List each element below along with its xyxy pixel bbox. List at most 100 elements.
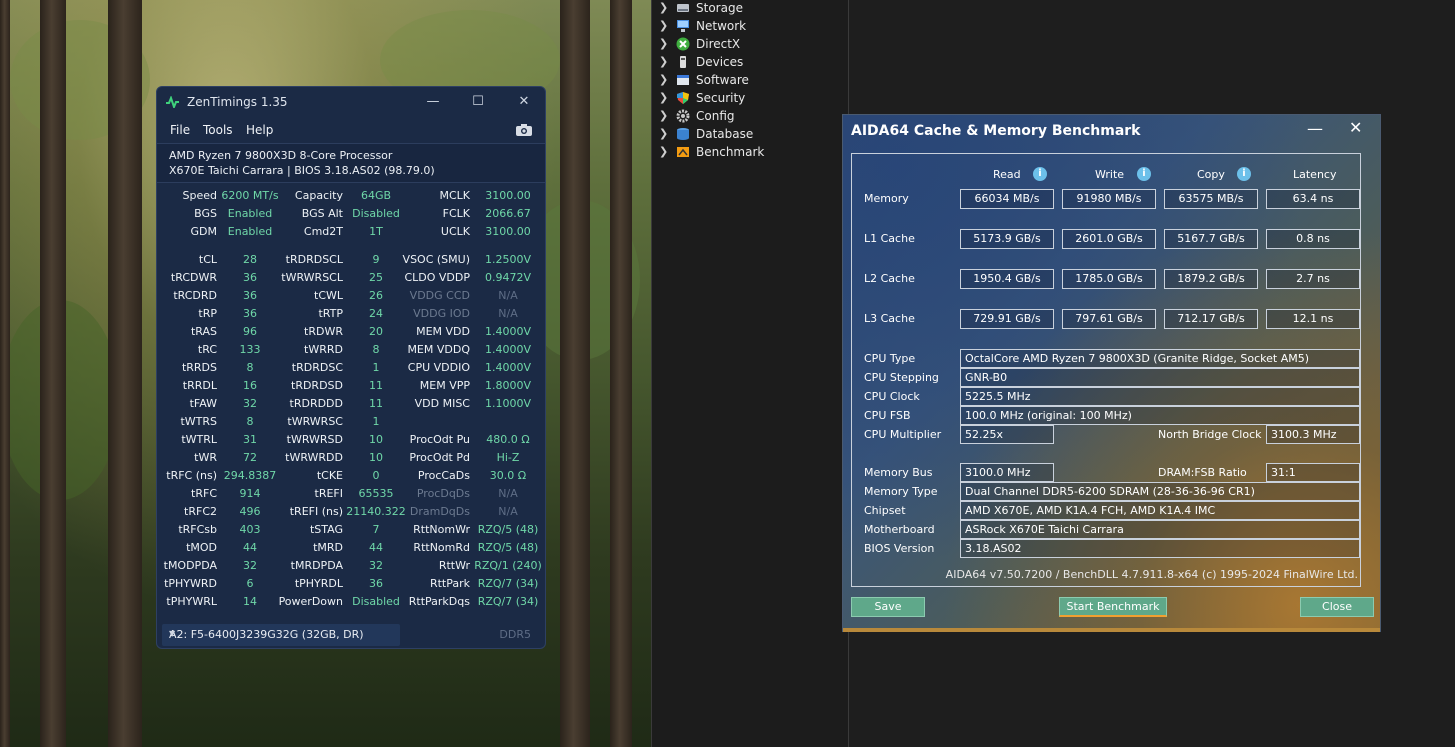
cpu-type-label: CPU Type	[864, 352, 916, 365]
minimize-button[interactable]: —	[422, 93, 444, 111]
memory-bus-value: 3100.0 MHz	[960, 463, 1054, 482]
zt-top-row: BGS Enabled BGS Alt Disabled FCLK 2066.67	[157, 207, 545, 225]
timing-label: tPHYWRD	[164, 577, 217, 590]
timing-label: tWTRL	[181, 433, 217, 446]
timing-value: 1.4000V	[484, 361, 531, 374]
zt-timing-row: tCL 28 tRDRDSCL 9 VSOC (SMU) 1.2500V	[157, 253, 545, 271]
zt-timing-row: tRCDRD 36 tCWL 26 VDDG CCD N/A	[157, 289, 545, 307]
chevron-right-icon[interactable]: ❯	[659, 37, 668, 50]
timing-label: UCLK	[440, 225, 470, 238]
info-copy-icon[interactable]: i	[1237, 167, 1251, 181]
timing-value: 3100.00	[485, 225, 531, 238]
memory-bus-label: Memory Bus	[864, 466, 933, 479]
dimm-select[interactable]: A2: F5-6400J3239G32G (32GB, DR) ▼	[162, 624, 400, 646]
save-button[interactable]: Save	[851, 597, 925, 617]
zt-timing-row: tWR 72 tWRWRDD 10 ProcOdt Pd Hi-Z	[157, 451, 545, 469]
menu-file[interactable]: File	[170, 123, 190, 137]
close-button[interactable]: ✕	[513, 93, 535, 111]
zt-timing-row: tRRDL 16 tRDRDSD 11 MEM VPP 1.8000V	[157, 379, 545, 397]
zt-timing-row: tRAS 96 tRDWR 20 MEM VDD 1.4000V	[157, 325, 545, 343]
bios-version-value: 3.18.AS02	[960, 539, 1360, 558]
database-icon	[677, 128, 689, 140]
zt-timing-row: tRFC 914 tREFI 65535 ProcDqDs N/A	[157, 487, 545, 505]
timing-label: VSOC (SMU)	[402, 253, 470, 266]
timing-label: tSTAG	[309, 523, 343, 536]
dram-fsb-ratio-label: DRAM:FSB Ratio	[1158, 466, 1247, 479]
header-write: Write	[1095, 168, 1125, 181]
memory-read-value: 66034 MB/s	[960, 189, 1054, 209]
timing-label: tRRDL	[182, 379, 217, 392]
l3-copy-value: 712.17 GB/s	[1164, 309, 1258, 329]
cpu-fsb-label: CPU FSB	[864, 409, 911, 422]
timing-label: CLDO VDDP	[404, 271, 470, 284]
timing-label: tWRWRSC	[287, 415, 343, 428]
menu-tools[interactable]: Tools	[203, 123, 233, 137]
close-button[interactable]: Close	[1300, 597, 1374, 617]
chevron-right-icon[interactable]: ❯	[659, 127, 668, 140]
cpu-multiplier-label: CPU Multiplier	[864, 428, 942, 441]
version-info: AIDA64 v7.50.7200 / BenchDLL 4.7.911.8-x…	[945, 568, 1358, 581]
maximize-button[interactable]: ☐	[467, 93, 489, 111]
timing-label: tRDRDSC	[291, 361, 343, 374]
l3-latency-value: 12.1 ns	[1266, 309, 1360, 329]
memory-write-value: 91980 MB/s	[1062, 189, 1156, 209]
cpu-multiplier-value: 52.25x	[960, 425, 1054, 444]
close-window-button[interactable]: ✕	[1349, 118, 1362, 137]
title-bar[interactable]: ZenTimings 1.35 — ☐ ✕	[157, 87, 545, 117]
timing-value: 480.0 Ω	[486, 433, 530, 446]
timing-label: Capacity	[294, 189, 343, 202]
timing-label: RttNomRd	[413, 541, 470, 554]
chevron-right-icon[interactable]: ❯	[659, 1, 668, 14]
memory-copy-value: 63575 MB/s	[1164, 189, 1258, 209]
chevron-right-icon[interactable]: ❯	[659, 55, 668, 68]
timing-label: tRCDWR	[170, 271, 217, 284]
timing-value: RZQ/7 (34)	[477, 577, 539, 590]
timing-value: 1.4000V	[484, 343, 531, 356]
directx-icon	[676, 37, 690, 51]
screenshot-camera-icon[interactable]	[515, 123, 533, 137]
timing-label: tPHYRDL	[294, 577, 343, 590]
devices-icon	[680, 56, 686, 68]
minimize-button[interactable]: —	[1307, 119, 1323, 138]
benchmark-icon	[677, 147, 689, 157]
ddr-type-label: DDR5	[499, 628, 531, 641]
l1-write-value: 2601.0 GB/s	[1062, 229, 1156, 249]
chevron-right-icon[interactable]: ❯	[659, 91, 668, 104]
tree-label: Network	[696, 19, 747, 33]
timing-label: RttWr	[438, 559, 470, 572]
timing-label: VDDG IOD	[413, 307, 470, 320]
timing-label: ProcCaDs	[417, 469, 470, 482]
info-read-icon[interactable]: i	[1033, 167, 1047, 181]
timing-label: tREFI (ns)	[289, 505, 343, 518]
cpu-fsb-value: 100.0 MHz (original: 100 MHz)	[960, 406, 1360, 425]
menu-help[interactable]: Help	[246, 123, 273, 137]
zt-timing-row: tRFC2 496 tREFI (ns) 21140.322 DramDqDs N/A	[157, 505, 545, 523]
zentimings-app-icon	[166, 96, 179, 108]
zt-timing-row: tFAW 32 tRDRDDD 11 VDD MISC 1.1000V	[157, 397, 545, 415]
zt-timing-row: tWTRS 8 tWRWRSC 1	[157, 415, 545, 433]
start-benchmark-button[interactable]: Start Benchmark	[1059, 597, 1167, 617]
chevron-right-icon[interactable]: ❯	[659, 19, 668, 32]
info-write-icon[interactable]: i	[1137, 167, 1151, 181]
header-copy: Copy	[1197, 168, 1225, 181]
timing-label: VDD MISC	[414, 397, 470, 410]
chevron-right-icon[interactable]: ❯	[659, 145, 668, 158]
timing-label: DramDqDs	[409, 505, 470, 518]
chevron-right-icon[interactable]: ❯	[659, 73, 668, 86]
window-bottom-accent	[843, 628, 1380, 632]
memory-latency-value: 63.4 ns	[1266, 189, 1360, 209]
header-read: Read	[993, 168, 1021, 181]
timing-value: 1	[372, 415, 380, 428]
timing-label: GDM	[190, 225, 218, 238]
security-shield-icon	[677, 92, 689, 104]
timing-label: tRDRDSCL	[285, 253, 343, 266]
timing-label: tPHYWRL	[166, 595, 217, 608]
tree-label: Benchmark	[696, 145, 765, 159]
timing-label: tRCDRD	[173, 289, 217, 302]
timing-label: ProcDqDs	[416, 487, 470, 500]
timing-value: N/A	[498, 487, 518, 500]
timing-value: 3100.00	[485, 189, 531, 202]
header-latency: Latency	[1293, 168, 1337, 181]
l2-read-value: 1950.4 GB/s	[960, 269, 1054, 289]
chevron-right-icon[interactable]: ❯	[659, 109, 668, 122]
